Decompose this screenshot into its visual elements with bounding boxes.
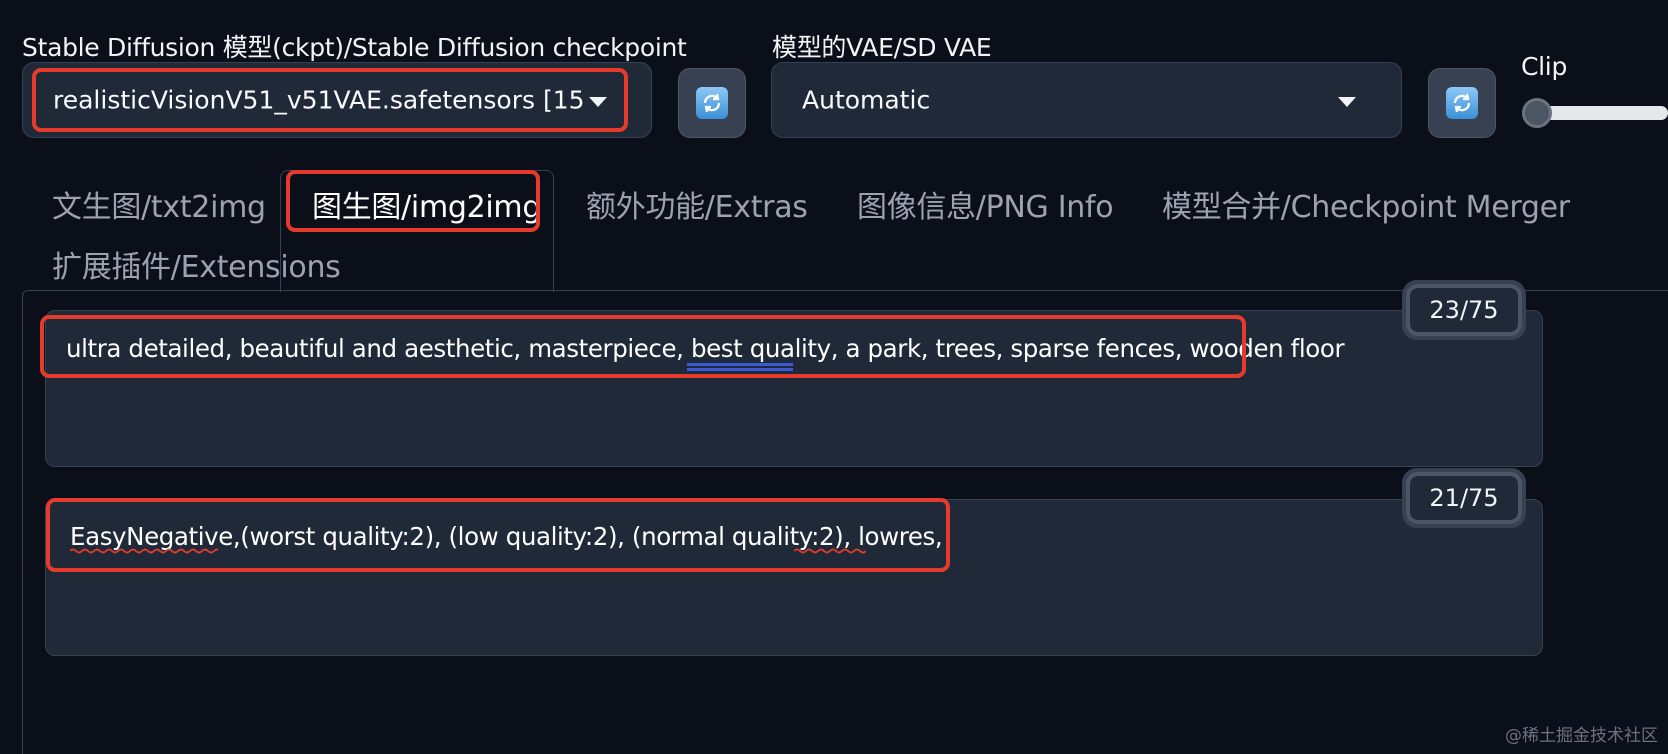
spellcheck-underline bbox=[687, 363, 793, 366]
tab-extras[interactable]: 额外功能/Extras bbox=[586, 182, 808, 226]
spellcheck-underline bbox=[687, 368, 793, 371]
refresh-icon bbox=[1446, 87, 1478, 119]
tab-txt2img[interactable]: 文生图/txt2img bbox=[52, 182, 266, 226]
checkpoint-dropdown[interactable]: realisticVisionV51_v51VAE.safetensors [1… bbox=[22, 62, 652, 138]
vae-label: 模型的VAE/SD VAE bbox=[772, 33, 992, 62]
prompt-token-counter: 23/75 bbox=[1406, 284, 1522, 336]
clip-skip-label: Clip bbox=[1521, 52, 1568, 81]
watermark: @稀土掘金技术社区 bbox=[1505, 726, 1658, 746]
chevron-down-icon bbox=[1338, 97, 1356, 107]
spellcheck-squiggle bbox=[794, 548, 866, 554]
negative-prompt-token-counter: 21/75 bbox=[1406, 472, 1522, 524]
negative-prompt-text: EasyNegative,(worst quality:2), (low qua… bbox=[70, 522, 943, 551]
tab-img2img[interactable]: 图生图/img2img bbox=[312, 182, 541, 226]
spellcheck-squiggle bbox=[70, 548, 218, 554]
refresh-vae-button[interactable] bbox=[1428, 68, 1496, 138]
clip-skip-slider-track[interactable] bbox=[1536, 106, 1668, 120]
chevron-down-icon bbox=[589, 97, 607, 107]
tab-png-info[interactable]: 图像信息/PNG Info bbox=[857, 182, 1114, 226]
vae-dropdown[interactable]: Automatic bbox=[771, 62, 1402, 138]
tab-checkpoint-merger[interactable]: 模型合并/Checkpoint Merger bbox=[1162, 182, 1570, 226]
vae-value: Automatic bbox=[802, 85, 931, 115]
refresh-icon bbox=[696, 87, 728, 119]
refresh-checkpoint-button[interactable] bbox=[678, 68, 746, 138]
clip-skip-slider-handle[interactable] bbox=[1522, 98, 1552, 128]
checkpoint-value: realisticVisionV51_v51VAE.safetensors [1… bbox=[53, 85, 583, 115]
checkpoint-label: Stable Diffusion 模型(ckpt)/Stable Diffusi… bbox=[22, 33, 687, 62]
prompt-text: ultra detailed, beautiful and aesthetic,… bbox=[66, 334, 1345, 363]
tab-extensions[interactable]: 扩展插件/Extensions bbox=[52, 242, 341, 286]
